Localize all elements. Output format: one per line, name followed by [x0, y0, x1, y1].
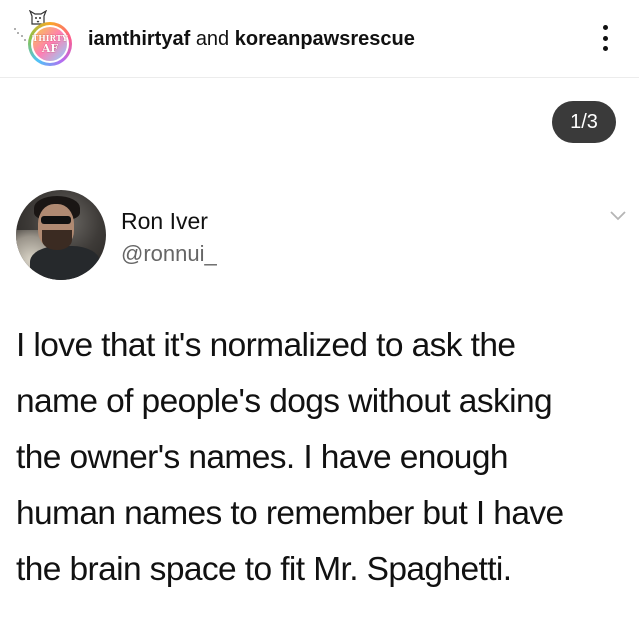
profile-avatar[interactable]: THIRTY AF — [10, 6, 76, 70]
tweet-text-line: I love that it's normalized to ask the — [16, 327, 516, 364]
carousel-page-indicator: 1/3 — [552, 101, 616, 143]
tweet-author-avatar — [16, 190, 106, 280]
tweet-author-name: Ron Iver — [121, 208, 208, 234]
tweet-body: I love that it's normalized to ask the n… — [16, 318, 626, 598]
authors-conjunction: and — [195, 28, 230, 50]
tweet-text-line: human names to remember but I have — [16, 495, 564, 532]
paw-dots-icon — [14, 28, 26, 41]
avatar-logo-line2: AF — [41, 42, 59, 55]
account-username-link[interactable]: iamthirtyaf — [88, 28, 190, 50]
chevron-down-icon[interactable] — [609, 210, 627, 222]
tweet-text-line: the brain space to fit Mr. Spaghetti. — [16, 551, 512, 588]
avatar-ring: THIRTY AF — [28, 22, 72, 66]
collaborator-username-link[interactable]: koreanpawsrescue — [235, 28, 415, 50]
more-options-icon[interactable] — [596, 22, 614, 54]
avatar-logo: THIRTY AF — [32, 27, 68, 61]
tweet-text-line: name of people's dogs without asking — [16, 383, 553, 420]
post-authors: iamthirtyaf and koreanpawsrescue — [88, 28, 415, 51]
post-header: THIRTY AF iamthirtyaf and koreanpawsresc… — [0, 0, 639, 78]
tweet-author-handle: @ronnui_ — [121, 241, 217, 266]
tweet-text-line: the owner's names. I have enough — [16, 439, 508, 476]
